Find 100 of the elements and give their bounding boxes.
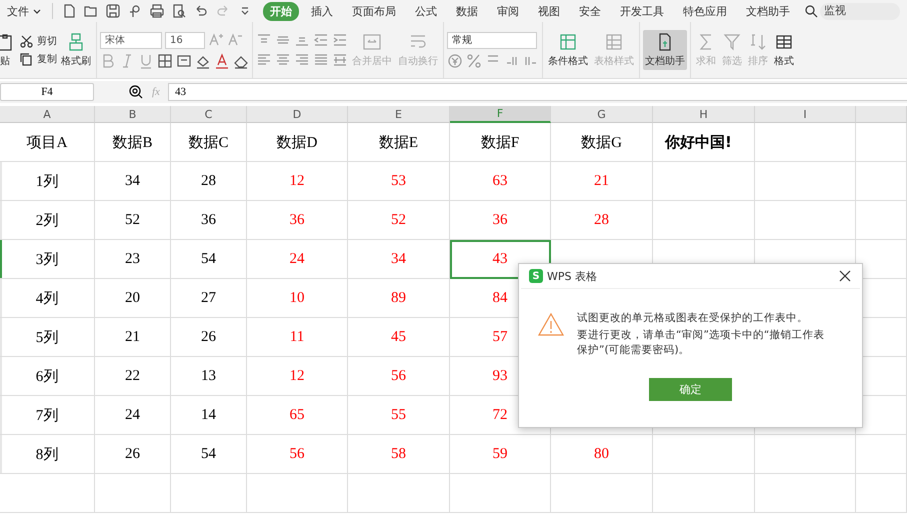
cell-format-icon[interactable] <box>176 52 192 68</box>
column-header[interactable]: B <box>95 106 171 123</box>
format-painter-button[interactable]: 格式刷 <box>59 30 93 70</box>
table-cell: 54 <box>201 446 216 462</box>
close-icon[interactable] <box>838 269 852 283</box>
ribbon-tab[interactable]: 数据 <box>449 2 485 20</box>
table-cell: 53 <box>391 172 406 190</box>
column-header[interactable]: A <box>0 106 95 123</box>
paste-button[interactable]: 贴 <box>0 30 17 70</box>
ribbon-tab[interactable]: 页面布局 <box>345 2 403 20</box>
column-header[interactable]: G <box>551 106 653 123</box>
ribbon-tab[interactable]: 特色应用 <box>676 2 734 20</box>
table-cell-text: 数据F <box>480 134 520 152</box>
currency-icon[interactable] <box>447 52 463 68</box>
column-header[interactable]: I <box>755 106 856 123</box>
name-box[interactable]: F4 <box>0 83 94 101</box>
table-cell: 63 <box>492 172 508 190</box>
table-cell: 13 <box>201 368 216 384</box>
table-cell: 12 <box>290 368 304 384</box>
ribbon-tab[interactable]: 公式 <box>408 2 444 20</box>
table-cell: 21 <box>125 328 140 346</box>
format-button[interactable]: 格式 <box>772 30 796 70</box>
indent-icon[interactable] <box>332 32 348 48</box>
copy-button[interactable]: 复制 <box>19 52 57 66</box>
border-icon[interactable] <box>157 52 173 68</box>
table-cell-text: 数据C <box>188 134 228 152</box>
table-cell: 27 <box>201 290 216 306</box>
table-cell-text: 项目A <box>26 134 68 152</box>
table-cell: 23 <box>125 250 140 268</box>
table-cell-text: 1列 <box>36 172 58 190</box>
table-cell-text: 7列 <box>36 406 58 424</box>
zoom-icon[interactable] <box>128 84 144 100</box>
table-cell-text: 2列 <box>36 212 58 230</box>
document-assistant-button[interactable]: 文档助手 <box>643 30 687 70</box>
file-menu[interactable]: 文件 <box>4 2 32 20</box>
column-header[interactable]: D <box>247 106 348 123</box>
table-cell <box>856 123 907 162</box>
app-logo-icon: S <box>529 269 543 283</box>
table-cell: 72 <box>492 406 508 424</box>
table-cell <box>856 474 907 513</box>
dialog-message: 试图更改的单元格或图表在受保护的工作表中。 <box>577 311 809 326</box>
ribbon-tab[interactable]: 开发工具 <box>613 2 671 20</box>
scissors-icon <box>19 34 33 48</box>
number-format-field[interactable]: 常规 <box>447 32 537 48</box>
table-cell: 34 <box>125 172 140 190</box>
table-cell-text: 3列 <box>36 250 58 268</box>
conditional-format-icon <box>558 32 578 52</box>
outdent-icon[interactable] <box>313 32 329 48</box>
table-cell: 43 <box>492 250 508 268</box>
table-cell: 54 <box>201 250 216 268</box>
column-header[interactable] <box>856 106 907 123</box>
table-cell: 52 <box>391 212 406 228</box>
table-cell: 55 <box>391 406 406 424</box>
table-cell-text: 数据B <box>112 134 152 152</box>
search-field[interactable]: 监视 <box>820 2 900 20</box>
table-cell: 52 <box>125 212 140 228</box>
percent-icon[interactable] <box>466 52 482 68</box>
font-size-field[interactable]: 16 <box>165 32 205 48</box>
merge-icon <box>362 32 382 52</box>
save-icon[interactable] <box>105 3 121 19</box>
table-cell: 28 <box>594 212 609 228</box>
ribbon-tab[interactable]: 视图 <box>531 2 567 20</box>
print-preview-icon[interactable] <box>171 3 187 19</box>
ribbon-tab[interactable]: 文档助手 <box>739 2 797 20</box>
table-cell: 84 <box>492 290 508 306</box>
dialog-message: 要进行更改，请单击“审阅”选项卡中的“撤销工作表保护”(可能需要密码)。 <box>577 328 826 358</box>
table-cell: 26 <box>125 446 140 462</box>
table-cell: 24 <box>125 406 140 424</box>
font-name-field[interactable]: 宋体 <box>100 32 162 48</box>
print-icon[interactable] <box>149 3 165 19</box>
table-cell-text: 8列 <box>36 446 58 464</box>
table-cell: 28 <box>201 172 216 190</box>
table-cell-text: 数据G <box>581 134 622 152</box>
cut-button[interactable]: 剪切 <box>19 34 57 48</box>
conditional-format-button[interactable]: 条件格式 <box>546 30 590 70</box>
table-cell: 93 <box>492 368 508 384</box>
table-cell: 59 <box>492 446 508 462</box>
table-cell: 58 <box>391 446 406 462</box>
font-grow-icon[interactable] <box>208 32 224 48</box>
column-header[interactable]: C <box>171 106 247 123</box>
ribbon-tab[interactable]: 审阅 <box>490 2 526 20</box>
table-cell <box>856 435 907 474</box>
font-shrink-icon[interactable] <box>227 32 243 48</box>
table-cell-text: 6列 <box>36 368 58 386</box>
table-cell-text: 数据E <box>378 134 418 152</box>
table-cell: 89 <box>391 290 406 306</box>
distribute-icon[interactable] <box>332 52 348 68</box>
table-cell <box>856 162 907 201</box>
table-cell: 20 <box>125 290 140 306</box>
table-cell: 36 <box>201 212 216 228</box>
ok-button[interactable]: 确定 <box>649 378 732 401</box>
column-header[interactable]: H <box>653 106 755 123</box>
table-style-icon <box>604 32 624 52</box>
ribbon-tab[interactable]: 安全 <box>572 2 608 20</box>
table-cell: 24 <box>290 250 304 268</box>
ribbon-tab[interactable]: 插入 <box>304 2 340 20</box>
font-color-icon[interactable] <box>214 52 230 68</box>
formula-field[interactable]: 43 <box>168 83 907 101</box>
column-header[interactable]: E <box>348 106 450 123</box>
table-cell-text: 5列 <box>36 328 58 346</box>
